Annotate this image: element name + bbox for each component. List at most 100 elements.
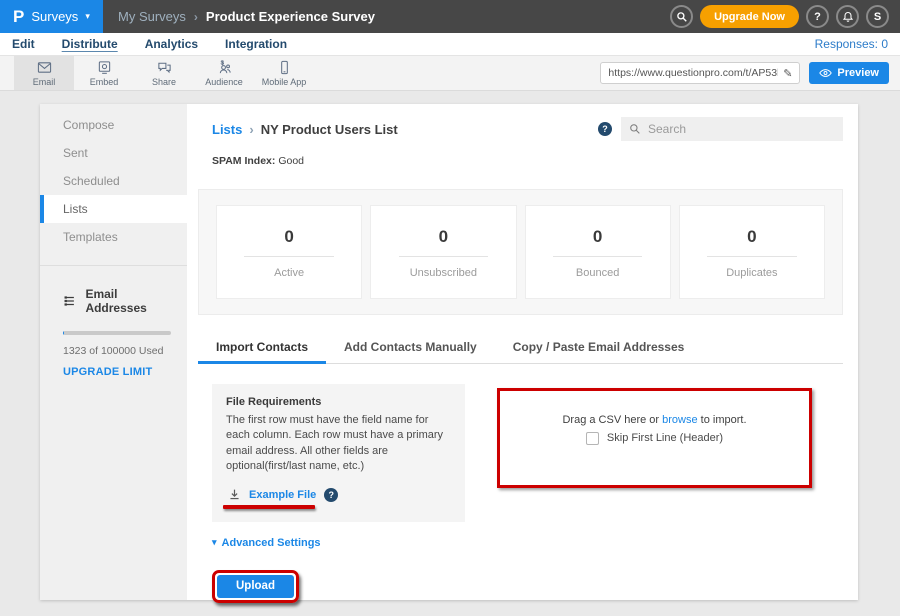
sidebar-item-sent[interactable]: Sent — [40, 139, 187, 167]
stat-label: Duplicates — [680, 267, 824, 279]
browse-link[interactable]: browse — [662, 414, 697, 426]
csv-dropzone[interactable]: Drag a CSV here or browse to import. Ski… — [500, 391, 809, 485]
example-file-help-icon[interactable]: ? — [324, 488, 338, 502]
stat-card-bounced: 0 Bounced — [525, 205, 671, 299]
account-avatar[interactable]: S — [866, 5, 889, 28]
stat-label: Bounced — [526, 267, 670, 279]
stat-divider — [707, 256, 796, 257]
list-header-actions: ? — [598, 117, 843, 141]
stat-divider — [553, 256, 642, 257]
survey-url-field[interactable]: https://www.questionpro.com/t/AP53kZgfo … — [600, 62, 800, 84]
stat-label: Unsubscribed — [371, 267, 515, 279]
channel-email[interactable]: Email — [14, 56, 74, 90]
channel-audience[interactable]: $ Audience — [194, 56, 254, 90]
channel-embed[interactable]: Embed — [74, 56, 134, 90]
email-usage-progress — [63, 331, 171, 335]
topbar: P Surveys ▾ My Surveys › Product Experie… — [0, 0, 900, 33]
search-button[interactable] — [670, 5, 693, 28]
avatar-initial: S — [874, 11, 881, 23]
edit-url-icon[interactable]: ✎ — [783, 67, 792, 80]
search-icon — [676, 11, 688, 23]
bell-icon — [842, 11, 854, 23]
import-content-row: File Requirements The first row must hav… — [212, 384, 843, 522]
advanced-settings-label: Advanced Settings — [222, 537, 321, 549]
preview-button[interactable]: Preview — [809, 62, 889, 84]
email-usage-section: Email Addresses 1323 of 100000 Used UPGR… — [40, 266, 187, 378]
file-requirements-box: File Requirements The first row must hav… — [212, 384, 465, 522]
stat-value: 0 — [680, 227, 824, 247]
annotation-box-dropzone: Drag a CSV here or browse to import. Ski… — [497, 388, 812, 488]
list-name: NY Product Users List — [261, 122, 398, 137]
stat-value: 0 — [526, 227, 670, 247]
sidebar-item-templates[interactable]: Templates — [40, 223, 187, 251]
topbar-actions: Upgrade Now ? S — [670, 5, 900, 28]
list-header-row: Lists › NY Product Users List ? — [212, 117, 843, 141]
stat-label: Active — [217, 267, 361, 279]
advanced-settings-toggle[interactable]: ▾ Advanced Settings — [212, 537, 843, 549]
search-input[interactable] — [648, 122, 835, 136]
skip-first-line-checkbox[interactable] — [586, 432, 599, 445]
spam-index-value: Good — [278, 155, 304, 167]
audience-icon: $ — [217, 60, 232, 75]
annotation-box-upload: Upload — [212, 570, 299, 603]
chevron-right-icon: › — [194, 10, 198, 24]
sidebar-item-lists[interactable]: Lists — [40, 195, 187, 223]
tab-add-contacts-manually[interactable]: Add Contacts Manually — [326, 331, 495, 364]
chevron-down-icon: ▾ — [85, 11, 90, 22]
file-requirements-body: The first row must have the field name f… — [226, 413, 451, 475]
survey-nav: Edit Distribute Analytics Integration Re… — [0, 33, 900, 56]
channel-share[interactable]: Share — [134, 56, 194, 90]
download-icon — [228, 488, 241, 501]
mobile-app-icon — [277, 60, 292, 75]
stat-card-active: 0 Active — [216, 205, 362, 299]
product-name: Surveys — [31, 9, 78, 24]
list-detail-main: Lists › NY Product Users List ? SPAM Ind… — [187, 104, 858, 600]
stat-value: 0 — [217, 227, 361, 247]
upload-button[interactable]: Upload — [217, 575, 294, 598]
email-usage-text: 1323 of 100000 Used — [63, 345, 171, 357]
list-stats-strip: 0 Active 0 Unsubscribed 0 Bounced 0 — [198, 189, 843, 315]
eye-icon — [819, 68, 832, 78]
search-icon — [629, 123, 641, 135]
email-addresses-header: Email Addresses — [63, 287, 171, 315]
stat-card-unsubscribed: 0 Unsubscribed — [370, 205, 516, 299]
distribute-toolbar: Email Embed Share $ Audience Mobile App … — [0, 56, 900, 91]
question-mark-icon: ? — [814, 11, 821, 23]
help-icon[interactable]: ? — [598, 122, 612, 136]
spam-index-row: SPAM Index: Good — [212, 155, 843, 167]
nav-item-edit[interactable]: Edit — [12, 37, 35, 51]
product-switcher[interactable]: P Surveys ▾ — [0, 0, 103, 33]
contacts-tabs: Import Contacts Add Contacts Manually Co… — [198, 331, 843, 364]
contact-search-box[interactable] — [621, 117, 843, 141]
upgrade-limit-link[interactable]: UPGRADE LIMIT — [63, 366, 171, 378]
dropzone-text: Drag a CSV here or browse to import. — [562, 414, 746, 426]
channel-mobile-app[interactable]: Mobile App — [254, 56, 314, 90]
embed-icon — [97, 60, 112, 75]
skip-first-line-label: Skip First Line (Header) — [607, 432, 723, 444]
help-button[interactable]: ? — [806, 5, 829, 28]
content-panel: Compose Sent Scheduled Lists Templates E… — [40, 104, 858, 600]
survey-title: Product Experience Survey — [206, 9, 375, 24]
example-file-link[interactable]: Example File — [249, 489, 316, 501]
skip-first-line-row: Skip First Line (Header) — [586, 432, 723, 445]
sidebar-item-scheduled[interactable]: Scheduled — [40, 167, 187, 195]
topbar-breadcrumb: My Surveys › Product Experience Survey — [118, 9, 375, 24]
stat-divider — [244, 256, 333, 257]
sidebar-item-compose[interactable]: Compose — [40, 111, 187, 139]
tab-import-contacts[interactable]: Import Contacts — [198, 331, 326, 364]
chevron-right-icon: › — [249, 122, 253, 137]
survey-url-text: https://www.questionpro.com/t/AP53kZgfo — [608, 67, 778, 79]
responses-count[interactable]: Responses: 0 — [815, 37, 888, 51]
notifications-button[interactable] — [836, 5, 859, 28]
questionpro-app: P Surveys ▾ My Surveys › Product Experie… — [0, 0, 900, 616]
upgrade-now-button[interactable]: Upgrade Now — [700, 5, 799, 28]
nav-item-integration[interactable]: Integration — [225, 37, 287, 51]
channel-list: Email Embed Share $ Audience Mobile App — [14, 56, 314, 90]
nav-item-distribute[interactable]: Distribute — [62, 37, 118, 51]
spam-index-label: SPAM Index: — [212, 155, 275, 167]
tab-copy-paste-email-addresses[interactable]: Copy / Paste Email Addresses — [495, 331, 703, 364]
questionpro-logo-icon: P — [13, 7, 24, 27]
breadcrumb-my-surveys[interactable]: My Surveys — [118, 9, 186, 24]
breadcrumb-lists-link[interactable]: Lists — [212, 122, 242, 137]
nav-item-analytics[interactable]: Analytics — [145, 37, 198, 51]
